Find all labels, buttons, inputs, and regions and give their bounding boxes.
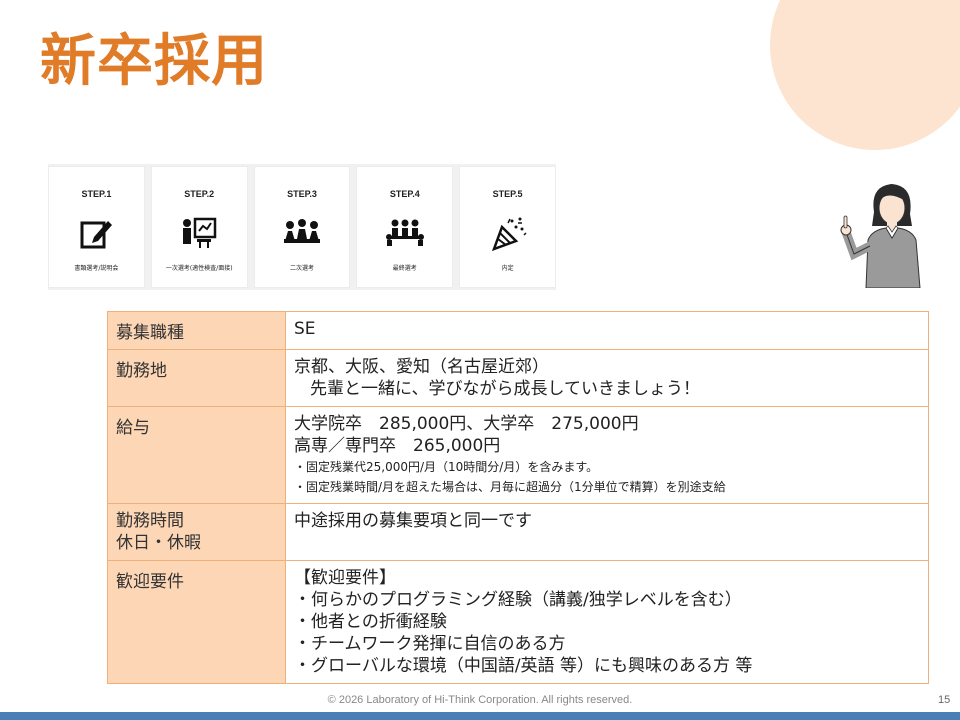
step-label: 最終選考 [392,265,417,272]
step-label: 二次選考 [289,265,314,272]
table-row: 募集職種 SE [107,311,929,350]
step-number: STEP.5 [492,189,523,199]
hours-label-2: 休日・休暇 [116,533,201,553]
step-2: STEP.2 一次選考(適性検査/面接) [150,166,248,288]
hours-text: 中途採用の募集要項と同一です [294,511,532,531]
final-interview-icon [383,213,427,253]
document-pen-icon [74,213,118,253]
salary-line-1: 大学院卒 285,000円、大学卒 275,000円 [294,414,639,434]
job-type-value: SE [285,311,929,350]
recruitment-info-table: 募集職種 SE 勤務地 京都、大阪、愛知（名古屋近郊） 先輩と一緒に、学びながら… [107,311,929,684]
group-interview-icon [280,213,324,253]
page-title: 新卒採用 [40,29,268,94]
job-type-text: SE [294,319,316,339]
job-type-label: 募集職種 [107,311,286,350]
step-label: 内定 [501,265,514,272]
location-note: 先輩と一緒に、学びながら成長していきましょう！ [310,379,700,399]
table-row: 勤務時間 休日・休暇 中途採用の募集要項と同一です [107,503,929,561]
salary-value: 大学院卒 285,000円、大学卒 275,000円 高専／専門卒 265,00… [285,406,929,504]
requirements-heading: 【歓迎要件】 [294,568,396,588]
location-label: 勤務地 [107,349,286,407]
requirement-item: ・他者との折衝経験 [294,612,447,632]
table-row: 勤務地 京都、大阪、愛知（名古屋近郊） 先輩と一緒に、学びながら成長していきまし… [107,349,929,407]
table-row: 歓迎要件 【歓迎要件】 ・何らかのプログラミング経験（講義/独学レベルを含む） … [107,560,929,684]
step-label: 書類選考/説明会 [74,265,119,272]
step-3: STEP.3 二次選考 [253,166,351,288]
requirement-item: ・何らかのプログラミング経験（講義/独学レベルを含む） [294,590,742,610]
step-number: STEP.3 [287,189,317,199]
copyright-footer: © 2026 Laboratory of Hi-Think Corporatio… [327,694,633,706]
party-popper-icon [486,213,530,253]
step-5: STEP.5 内定 [459,166,556,288]
table-row: 給与 大学院卒 285,000円、大学卒 275,000円 高専／専門卒 265… [107,406,929,504]
requirements-value: 【歓迎要件】 ・何らかのプログラミング経験（講義/独学レベルを含む） ・他者との… [285,560,929,684]
step-4: STEP.4 最終選考 [356,166,454,288]
step-number: STEP.2 [184,189,215,199]
step-number: STEP.1 [81,189,112,199]
requirements-label: 歓迎要件 [107,560,286,684]
bottom-bar [0,712,960,720]
step-1: STEP.1 書類選考/説明会 [48,166,145,288]
step-label: 一次選考(適性検査/面接) [165,265,233,272]
test-board-icon [177,213,221,253]
hours-label-1: 勤務時間 [116,511,184,531]
salary-note-2: ・固定残業時間/月を超えた場合は、月毎に超過分（1分単位で精算）を別途支給 [294,480,726,494]
requirement-item: ・チームワーク発揮に自信のある方 [294,634,566,654]
location-text: 京都、大阪、愛知（名古屋近郊） [294,357,549,377]
decorative-circle [770,0,960,150]
page-number: 15 [938,694,951,706]
salary-label: 給与 [107,406,286,504]
salary-note-1: ・固定残業代25,000円/月（10時間分/月）を含みます。 [294,460,599,474]
woman-pointing-illustration [836,176,936,289]
salary-line-2: 高専／専門卒 265,000円 [294,436,501,456]
hours-value: 中途採用の募集要項と同一です [285,503,929,561]
requirement-item: ・グローバルな環境（中国語/英語 等）にも興味のある方 等 [294,656,753,676]
hours-label: 勤務時間 休日・休暇 [107,503,286,561]
location-value: 京都、大阪、愛知（名古屋近郊） 先輩と一緒に、学びながら成長していきましょう！ [285,349,929,407]
step-number: STEP.4 [389,189,420,199]
recruitment-steps: STEP.1 書類選考/説明会 STEP.2 一次選考(適性検査/面接) STE… [48,164,556,290]
